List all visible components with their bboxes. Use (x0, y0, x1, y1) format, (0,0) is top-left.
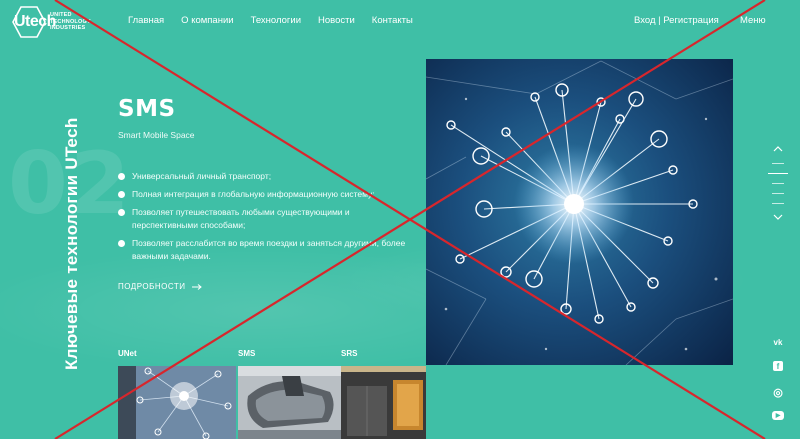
chevron-down-icon[interactable] (768, 212, 788, 222)
feature-list: Универсальный личный транспорт; Полная и… (118, 170, 418, 268)
feature-text: Полная интеграция в глобальную информаци… (132, 189, 375, 199)
srs-thumbnail-image (341, 366, 426, 439)
nav-item-news[interactable]: Новости (318, 15, 355, 26)
youtube-icon[interactable]: ▶ (772, 411, 784, 420)
list-item: Полная интеграция в глобальную информаци… (118, 188, 418, 201)
thumbnail-label-srs: SRS (341, 349, 358, 358)
vk-icon[interactable]: vk (772, 336, 784, 348)
pager-line[interactable] (772, 203, 784, 204)
pager-line[interactable] (772, 183, 784, 184)
list-item: Позволяет расслабится во время поездки и… (118, 237, 418, 263)
site-logo[interactable]: Utech UNITED TECHNOLOGY INDUSTRIES (12, 6, 132, 38)
facebook-icon[interactable]: f (773, 361, 783, 371)
thumbnail-label-sms: SMS (238, 349, 256, 358)
list-item: Позволяет путешествовать любыми существу… (118, 206, 418, 232)
technology-title: SMS (118, 96, 176, 122)
details-link[interactable]: ПОДРОБНОСТИ (118, 282, 202, 291)
pager-line[interactable] (772, 193, 784, 194)
list-item: Универсальный личный транспорт; (118, 170, 418, 183)
bullet-icon (118, 209, 125, 216)
nav-item-about[interactable]: О компании (181, 15, 233, 26)
sms-thumbnail-image (238, 366, 341, 439)
main-nav: Главная О компании Технологии Новости Ко… (128, 15, 413, 26)
arrow-right-icon (191, 283, 202, 290)
logo-mark: Utech (12, 6, 56, 38)
pager-line[interactable] (772, 163, 784, 164)
thumbnail-sms[interactable] (238, 366, 341, 439)
menu-button[interactable]: Меню (740, 15, 766, 26)
details-label: ПОДРОБНОСТИ (118, 282, 186, 291)
nav-item-home[interactable]: Главная (128, 15, 164, 26)
technology-subtitle: Smart Mobile Space (118, 130, 195, 140)
technology-hero-image (426, 59, 733, 365)
bullet-icon (118, 173, 125, 180)
feature-text: Позволяет расслабится во время поездки и… (132, 238, 406, 261)
pager-line-active[interactable] (768, 173, 788, 174)
logo-text: Utech (14, 13, 56, 30)
logo-line: INDUSTRIES (50, 25, 86, 32)
thumbnail-srs[interactable] (341, 366, 426, 439)
logo-subtitle: UNITED TECHNOLOGY INDUSTRIES (50, 12, 91, 32)
section-vertical-title: Ключевые технологии UTech (62, 117, 81, 370)
feature-text: Универсальный личный транспорт; (132, 171, 272, 181)
bullet-icon (118, 191, 125, 198)
feature-text: Позволяет путешествовать любыми существу… (132, 207, 350, 230)
instagram-icon[interactable]: ◎ (772, 386, 784, 399)
slide-pager (768, 144, 788, 222)
thumbnail-label-unet: UNet (118, 349, 137, 358)
unet-thumbnail-image (118, 366, 236, 439)
bullet-icon (118, 240, 125, 247)
thumbnail-unet[interactable] (118, 366, 236, 439)
nav-item-technologies[interactable]: Технологии (251, 15, 301, 26)
chevron-up-icon[interactable] (768, 144, 788, 154)
nav-item-contacts[interactable]: Контакты (372, 15, 413, 26)
network-illustration (426, 59, 733, 365)
login-register-link[interactable]: Вход | Регистрация (634, 15, 719, 26)
